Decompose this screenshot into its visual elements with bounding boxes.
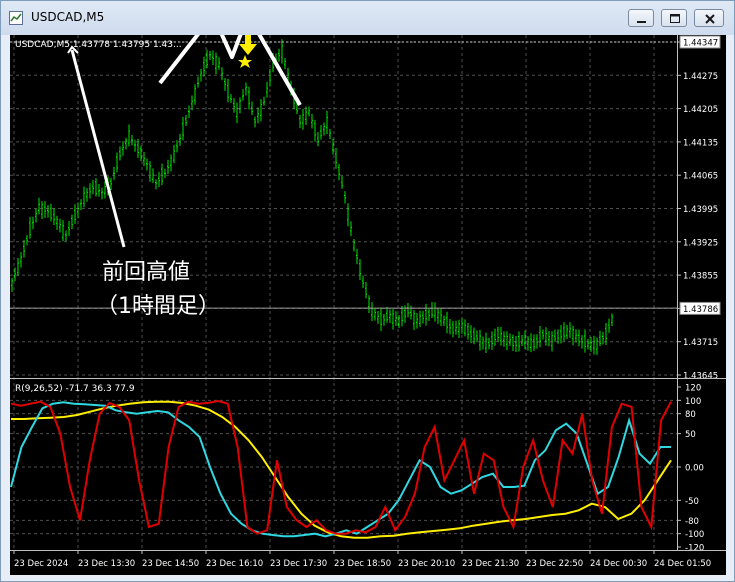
- price-tick-label: 1.44205: [683, 105, 718, 115]
- time-tick-label: 23 Dec 13:30: [78, 559, 135, 569]
- sub-info-label: R(9,26,52) -71.7 36.3 77.9: [15, 384, 135, 394]
- price-axis: 1.44347 1.44275 1.44205 1.44135 1.44065 1.439…: [677, 35, 721, 382]
- chart-area[interactable]: USDCAD,M5 1.43778 1.43795 1.43... 1.4434…: [10, 35, 726, 575]
- annotation-line1: 前回高値: [102, 260, 190, 285]
- price-tick-label: 1.43925: [683, 238, 718, 248]
- time-tick-label: 23 Dec 21:30: [462, 559, 519, 569]
- annotation-arrow-line: [70, 49, 126, 248]
- indicator-line-cyan: [10, 401, 671, 538]
- time-tick-label: 23 Dec 17:30: [270, 559, 327, 569]
- indicator-line-yellow: [11, 400, 672, 539]
- maximize-button[interactable]: [661, 9, 687, 27]
- signal-arrow-icon: [239, 35, 257, 55]
- maximize-icon: [670, 14, 680, 23]
- indicator-tick-label: -50: [685, 497, 699, 507]
- price-tick-label: 1.43715: [683, 338, 718, 348]
- minimize-icon: [637, 21, 646, 23]
- time-tick-label: 23 Dec 16:10: [206, 559, 263, 569]
- time-tick-label: 23 Dec 22:50: [526, 559, 583, 569]
- price-tick-label: 1.44065: [683, 172, 718, 182]
- window-title: USDCAD,M5: [31, 10, 105, 24]
- indicator-tick-label: -120: [685, 544, 704, 554]
- price-tick-label: 1.43855: [683, 272, 718, 282]
- time-axis: 23 Dec 2024 23 Dec 13:30 23 Dec 14:50 23 De…: [13, 550, 711, 569]
- indicator-levels: [10, 399, 677, 535]
- price-tick-label: 1.43786: [683, 305, 718, 315]
- time-tick-label: 24 Dec 00:30: [590, 559, 647, 569]
- price-tick-label: 1.44275: [683, 72, 718, 82]
- indicator-axis: 120 100 80 50 0.00 -50 -80 -100 -120: [677, 384, 704, 554]
- time-tick-label: 23 Dec 14:50: [142, 559, 199, 569]
- chart-window: USDCAD,M5 USDCAD,M5 1.43778 1.43795 1.43…: [0, 0, 735, 582]
- time-tick-label: 23 Dec 2024: [14, 559, 68, 569]
- chart-canvas[interactable]: USDCAD,M5 1.43778 1.43795 1.43... 1.4434…: [10, 35, 726, 575]
- indicator-tick-label: 0.00: [685, 464, 704, 474]
- close-button[interactable]: [694, 9, 724, 27]
- time-tick-label: 23 Dec 20:10: [398, 559, 455, 569]
- indicator-tick-label: -100: [685, 530, 704, 540]
- indicator-tick-label: 120: [685, 384, 701, 394]
- indicator-tick-label: 80: [685, 410, 696, 420]
- grid: [10, 35, 677, 550]
- price-tick-label: 1.43995: [683, 205, 718, 215]
- close-icon: [705, 14, 715, 24]
- main-info-label: USDCAD,M5 1.43778 1.43795 1.43...: [15, 40, 182, 50]
- signal-star-icon: [238, 55, 252, 68]
- indicator-tick-label: 50: [685, 430, 696, 440]
- time-tick-label: 24 Dec 01:50: [654, 559, 711, 569]
- indicator-tick-label: 100: [685, 397, 701, 407]
- minimize-button[interactable]: [628, 9, 654, 27]
- time-tick-label: 23 Dec 18:50: [334, 559, 391, 569]
- title-bar[interactable]: USDCAD,M5: [1, 1, 734, 35]
- price-tick-label: 1.44135: [683, 138, 718, 148]
- price-tick-label: 1.43645: [683, 372, 718, 382]
- chart-app-icon: [9, 11, 23, 25]
- annotation-line2: （1時間足）: [96, 294, 220, 319]
- price-tick-label: 1.44347: [683, 39, 718, 49]
- indicator-tick-label: -80: [685, 517, 699, 527]
